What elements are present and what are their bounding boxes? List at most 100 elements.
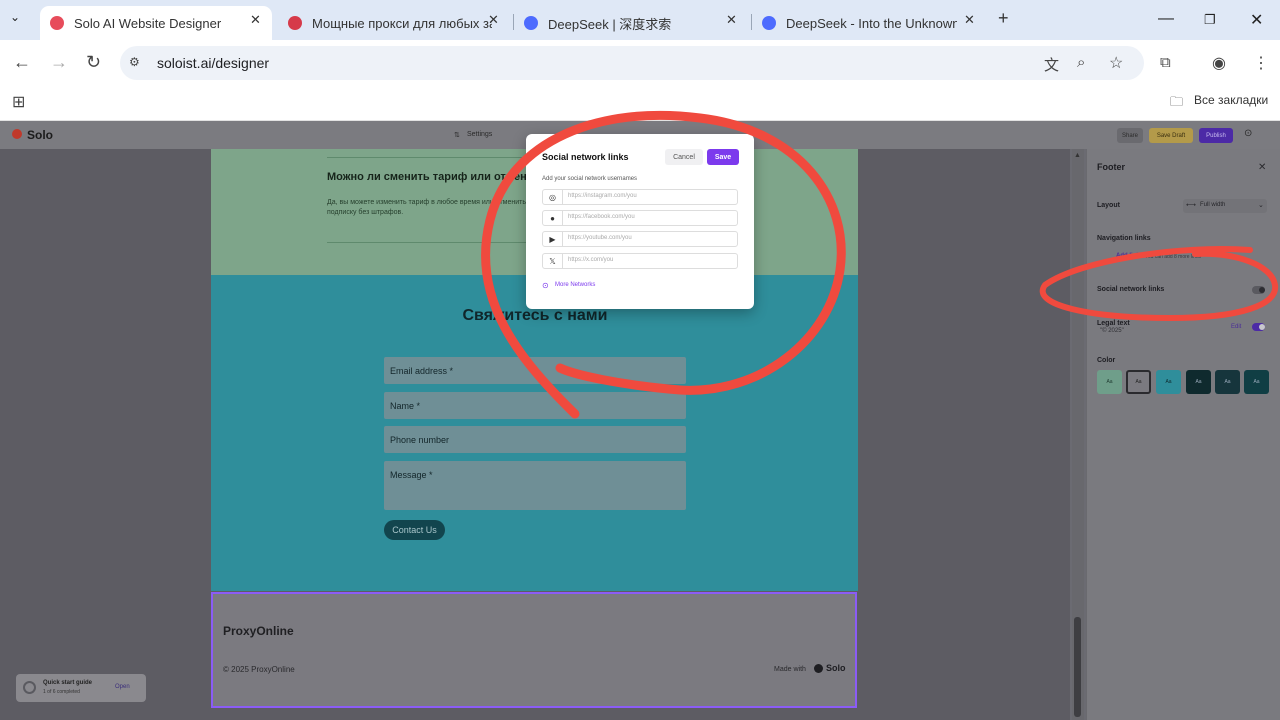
input-placeholder: https://youtube.com/you (568, 235, 632, 241)
save-draft-button[interactable]: Save Draft (1149, 128, 1193, 143)
legal-text-label: Legal text (1097, 320, 1130, 327)
url-text: soloist.ai/designer (157, 55, 270, 71)
close-panel-icon[interactable]: ✕ (1258, 162, 1266, 173)
progress-ring-icon (23, 681, 36, 694)
cancel-button[interactable]: Cancel (665, 149, 703, 165)
solo-logo-icon (12, 129, 22, 139)
layout-label: Layout (1097, 202, 1120, 209)
guide-title: Quick start guide (43, 680, 93, 686)
publish-button[interactable]: Publish (1199, 128, 1233, 143)
chevron-circle-icon: ⊙ (542, 281, 549, 290)
color-swatch[interactable]: Aa (1156, 370, 1181, 394)
name-field[interactable]: Name * (384, 392, 686, 419)
footer-section[interactable] (211, 592, 857, 708)
tab-deepseek[interactable]: DeepSeek | 深度求索 (514, 6, 724, 40)
reload-icon[interactable]: ↻ (86, 52, 101, 73)
all-bookmarks[interactable]: Все закладки (1194, 93, 1268, 107)
toggle-knob (1259, 324, 1265, 330)
toggle-knob (1259, 287, 1265, 293)
tab-title: Мощные прокси для любых задач (312, 15, 492, 31)
instagram-input[interactable]: ◎ https://instagram.com/you (542, 189, 738, 205)
close-icon[interactable]: ✕ (488, 12, 499, 28)
color-swatch[interactable]: Aa (1097, 370, 1122, 394)
minimize-icon[interactable]: — (1158, 10, 1174, 28)
contact-us-button[interactable]: Contact Us (384, 520, 445, 540)
modal-title: Social network links (542, 152, 629, 162)
instagram-icon: ◎ (543, 190, 563, 204)
bookmarks-bar (0, 86, 1280, 121)
app-logo: Solo (27, 128, 53, 142)
input-placeholder: https://x.com/you (568, 257, 614, 263)
bookmark-star-icon[interactable]: ☆ (1109, 53, 1123, 73)
tab-proxy[interactable]: Мощные прокси для любых задач (278, 6, 498, 40)
guide-open-button[interactable]: Open (115, 684, 130, 690)
add-link-button[interactable]: Add link (1116, 253, 1140, 259)
more-networks-button[interactable]: More Networks (555, 282, 595, 288)
new-tab-icon[interactable]: + (998, 8, 1009, 29)
window-close-icon[interactable]: ✕ (1250, 10, 1263, 30)
account-icon[interactable]: ⊙ (1244, 128, 1252, 139)
full-width-icon: ⟷ (1186, 202, 1197, 209)
layout-value: Full width (1200, 202, 1226, 208)
address-bar[interactable] (120, 46, 1144, 80)
message-field[interactable]: Message * (384, 461, 686, 510)
chevron-down-icon: ⌄ (1258, 202, 1264, 209)
site-info-icon[interactable]: ⚙ (129, 55, 140, 69)
restore-icon[interactable]: ❐ (1204, 12, 1216, 28)
back-icon[interactable]: ← (13, 52, 31, 73)
tab-title: DeepSeek - Into the Unknown (786, 15, 957, 31)
youtube-input[interactable]: ▶ https://youtube.com/you (542, 231, 738, 247)
share-button[interactable]: Share (1117, 128, 1143, 143)
footer-copyright: © 2025 ProxyOnline (223, 665, 295, 674)
facebook-input[interactable]: ● https://facebook.com/you (542, 210, 738, 226)
tab-title: Solo AI Website Designer (74, 15, 222, 31)
legal-text-value: "© 2025" (1100, 328, 1124, 334)
folder-icon: 🗀 (1170, 94, 1184, 109)
solo-badge-icon (814, 664, 823, 673)
x-input[interactable]: 𝕏 https://x.com/you (542, 253, 738, 269)
settings-icon[interactable]: ⇅ (454, 131, 460, 139)
input-placeholder: https://instagram.com/you (568, 193, 637, 199)
extensions-icon[interactable]: ⧉ (1160, 54, 1171, 71)
menu-icon[interactable]: ⋮ (1253, 53, 1269, 73)
faq-answer: Да, вы можете изменить тариф в любое вре… (327, 199, 527, 216)
solo-favicon (50, 16, 64, 30)
tab-deepseek-2[interactable]: DeepSeek - Into the Unknown (752, 6, 957, 40)
input-placeholder: https://facebook.com/you (568, 214, 635, 220)
forward-icon[interactable]: → (50, 52, 68, 73)
apps-icon[interactable]: ⊞ (12, 92, 25, 112)
color-label: Color (1097, 357, 1116, 364)
color-swatch[interactable]: Aa (1244, 370, 1269, 394)
profile-icon[interactable]: ◉ (1212, 53, 1226, 73)
tab-search-icon[interactable]: ⌄ (10, 10, 20, 24)
color-swatch-selected[interactable]: Aa (1126, 370, 1151, 394)
color-swatch[interactable]: Aa (1186, 370, 1211, 394)
tab-solo[interactable]: Solo AI Website Designer (40, 6, 272, 40)
email-field[interactable]: Email address * (384, 357, 686, 384)
close-icon[interactable]: ✕ (964, 12, 975, 28)
phone-field[interactable]: Phone number (384, 426, 686, 453)
scrollbar-thumb[interactable] (1074, 617, 1081, 717)
settings-button[interactable]: Settings (467, 131, 492, 138)
youtube-icon: ▶ (543, 232, 563, 246)
close-icon[interactable]: ✕ (726, 12, 737, 28)
guide-progress: 1 of 6 completed (43, 689, 80, 695)
close-icon[interactable]: ✕ (250, 12, 261, 28)
social-links-label: Social network links (1097, 286, 1165, 293)
deepseek-favicon (762, 16, 776, 30)
facebook-icon: ● (543, 211, 563, 225)
panel-title: Footer (1097, 162, 1125, 172)
x-icon: 𝕏 (543, 254, 563, 268)
add-link-hint: You can add 8 more links (1145, 254, 1201, 260)
edit-legal-button[interactable]: Edit (1231, 324, 1241, 330)
proxy-favicon (288, 16, 302, 30)
color-swatch[interactable]: Aa (1215, 370, 1240, 394)
made-with-logo: Solo (826, 663, 846, 673)
scroll-up-icon[interactable]: ▲ (1074, 152, 1081, 159)
contact-title: Свяжитесь с нами (462, 307, 608, 324)
translate-icon[interactable]: 文 (1044, 54, 1059, 75)
zoom-icon[interactable]: ⌕ (1077, 54, 1085, 71)
save-button[interactable]: Save (707, 149, 739, 165)
modal-subtitle: Add your social network usernames (542, 176, 638, 182)
made-with-label: Made with (774, 666, 806, 673)
